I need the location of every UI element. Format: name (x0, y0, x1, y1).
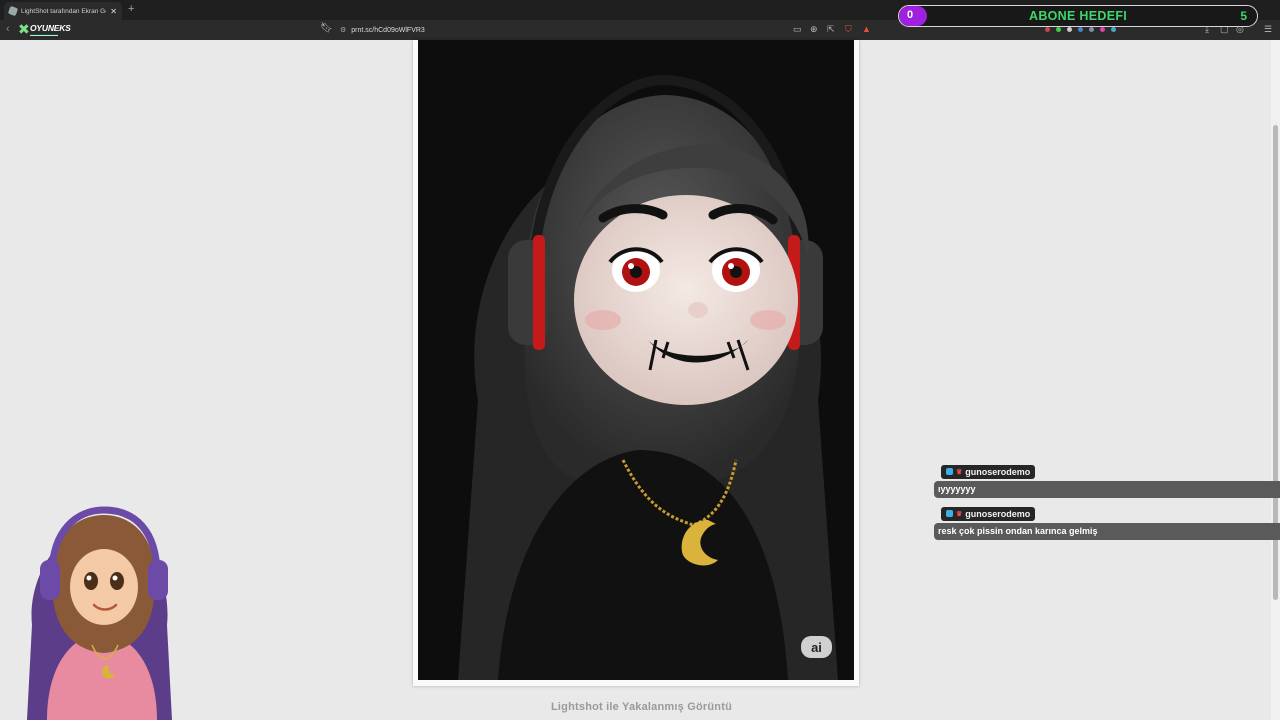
close-tab-icon[interactable]: ✕ (110, 7, 117, 16)
chat-overlay: ♛ gunoserodemo ıyyyyyyy ♛ gunoserodemo r… (934, 462, 1280, 546)
browser-tab[interactable]: LightShot tarafından Ekran Görü ✕ (4, 2, 122, 20)
channel-logo: ✖ OYUNEKS ▬▬▬▬▬▬▬▬ (16, 20, 86, 40)
extension-icon[interactable] (1078, 27, 1083, 32)
screenshot-frame: ai (413, 40, 859, 686)
rewards-icon[interactable]: ▲ (862, 24, 871, 34)
logo-subtext-icon: ▬▬▬▬▬▬▬▬ (30, 33, 58, 37)
moderator-badge-icon (946, 510, 953, 517)
ai-badge[interactable]: ai (801, 636, 832, 658)
lightshot-favicon-icon (7, 5, 19, 17)
zoom-icon[interactable]: ⊕ (810, 24, 818, 35)
address-bar[interactable]: ⚙ prnt.sc/hCd09oWlFVR3 (340, 23, 425, 37)
screenshot-image[interactable]: ai (418, 40, 854, 680)
streamer-avatar (22, 505, 177, 720)
chat-message: ♛ gunoserodemo ıyyyyyyy (934, 462, 1280, 498)
chat-username: gunoserodemo (965, 508, 1031, 519)
menu-icon[interactable]: ☰ (1264, 24, 1272, 35)
streamer-character-icon (27, 506, 172, 720)
extension-icon[interactable] (1100, 27, 1105, 32)
extension-icon[interactable] (1067, 27, 1072, 32)
moderator-badge-icon (946, 468, 953, 475)
back-arrow-icon[interactable]: ‹ (6, 23, 10, 35)
chat-username-tag: ♛ gunoserodemo (941, 506, 1036, 521)
chat-username-tag: ♛ gunoserodemo (941, 464, 1036, 479)
extension-icon[interactable] (1056, 27, 1061, 32)
lightshot-caption: Lightshot ile Yakalanmış Görüntü (551, 701, 733, 713)
extension-icons-row (1045, 27, 1116, 32)
bot-badge-icon: ♛ (956, 510, 963, 518)
chat-message-text: resk çok pissin ondan karınca gelmiş (934, 523, 1280, 540)
page-scrollbar[interactable] (1271, 40, 1280, 720)
extension-icon[interactable] (1045, 27, 1050, 32)
share-icon[interactable]: ⇱ (827, 24, 835, 35)
new-tab-icon[interactable]: + (128, 3, 134, 15)
goal-current-count: 0 (907, 9, 914, 21)
chat-username: gunoserodemo (965, 466, 1031, 477)
brave-shield-icon[interactable]: ⛉ (845, 24, 852, 35)
bookmark-icon[interactable]: 🔖︎ (320, 23, 333, 34)
extension-icon[interactable] (1111, 27, 1116, 32)
subscriber-goal-bar: 0 ABONE HEDEFI 5 (898, 5, 1258, 27)
chat-message: ♛ gunoserodemo resk çok pissin ondan kar… (934, 504, 1280, 540)
gothic-girl-illustration-icon (458, 74, 838, 680)
extension-icon[interactable] (1089, 27, 1094, 32)
bot-badge-icon: ♛ (956, 468, 963, 476)
chat-message-text: ıyyyyyyy (934, 481, 1280, 498)
logo-text: OYUNEKS (30, 23, 71, 33)
site-info-icon[interactable]: ⚙ (340, 26, 346, 34)
address-text: prnt.sc/hCd09oWlFVR3 (351, 26, 425, 34)
logo-symbol-icon: ✖ (18, 21, 30, 37)
tab-title: LightShot tarafından Ekran Görü (21, 7, 107, 15)
goal-target-count: 5 (1240, 9, 1247, 23)
goal-label: ABONE HEDEFI (1029, 9, 1128, 23)
screen-cast-icon[interactable]: ▭ (793, 24, 802, 35)
